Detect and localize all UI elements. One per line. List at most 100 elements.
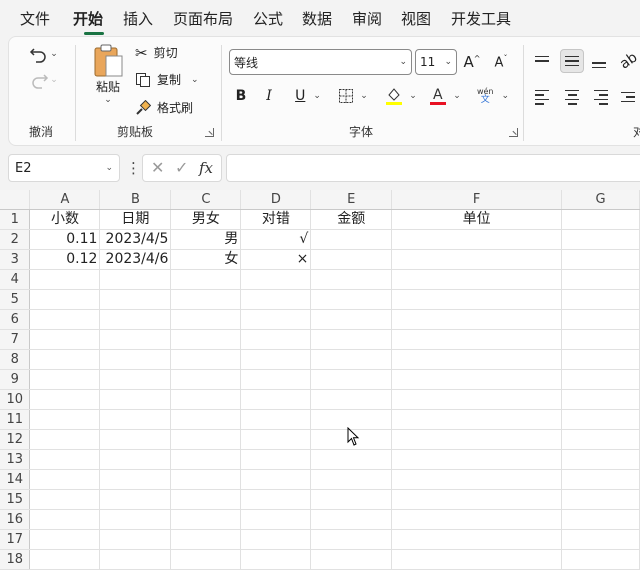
text-orientation-button[interactable]: ab <box>617 49 640 73</box>
cell-a14[interactable] <box>29 469 101 490</box>
row-header[interactable]: 2 <box>0 229 31 250</box>
cell-f15[interactable] <box>391 489 563 510</box>
cell-a2[interactable]: 0.11 <box>29 229 101 250</box>
cell-a16[interactable] <box>29 509 101 530</box>
font-name-select[interactable]: 等线 ⌄ <box>229 49 412 75</box>
cell-d16[interactable] <box>240 509 312 530</box>
align-left-button[interactable] <box>531 85 555 109</box>
cell-a5[interactable] <box>29 289 101 310</box>
cell-g8[interactable] <box>561 349 640 370</box>
cell-e14[interactable] <box>310 469 393 490</box>
cell-d3[interactable]: × <box>240 249 312 270</box>
cell-g15[interactable] <box>561 489 640 510</box>
cell-c6[interactable] <box>170 309 242 330</box>
cell-d8[interactable] <box>240 349 312 370</box>
cell-e5[interactable] <box>310 289 393 310</box>
cell-a1[interactable]: 小数 <box>29 209 101 230</box>
tab-data[interactable]: 数据 <box>302 9 332 29</box>
cell-f18[interactable] <box>391 549 563 570</box>
cell-b7[interactable] <box>99 329 172 350</box>
cell-d10[interactable] <box>240 389 312 410</box>
row-header[interactable]: 5 <box>0 289 31 310</box>
cell-c4[interactable] <box>170 269 242 290</box>
row-header[interactable]: 1 <box>0 209 31 230</box>
cell-b18[interactable] <box>99 549 172 570</box>
increase-font-size-button[interactable]: A^ <box>462 51 482 73</box>
cell-e17[interactable] <box>310 529 393 550</box>
cell-f16[interactable] <box>391 509 563 530</box>
cell-a9[interactable] <box>29 369 101 390</box>
cell-g14[interactable] <box>561 469 640 490</box>
decrease-font-size-button[interactable]: Aˇ <box>491 51 511 73</box>
cell-c7[interactable] <box>170 329 242 350</box>
format-painter-button[interactable]: 格式刷 <box>135 98 205 118</box>
cell-g11[interactable] <box>561 409 640 430</box>
cell-b12[interactable] <box>99 429 172 450</box>
paste-button[interactable]: 粘贴 ⌄ <box>87 43 129 117</box>
cell-f13[interactable] <box>391 449 563 470</box>
tab-file[interactable]: 文件 <box>20 9 50 29</box>
cell-d5[interactable] <box>240 289 312 310</box>
cell-g18[interactable] <box>561 549 640 570</box>
row-header[interactable]: 14 <box>0 469 31 490</box>
cell-c13[interactable] <box>170 449 242 470</box>
cell-g12[interactable] <box>561 429 640 450</box>
cell-a8[interactable] <box>29 349 101 370</box>
cell-a18[interactable] <box>29 549 101 570</box>
row-header[interactable]: 3 <box>0 249 31 270</box>
cell-b8[interactable] <box>99 349 172 370</box>
cell-a17[interactable] <box>29 529 101 550</box>
cell-g10[interactable] <box>561 389 640 410</box>
row-header[interactable]: 11 <box>0 409 31 430</box>
font-size-select[interactable]: 11 ⌄ <box>415 49 457 75</box>
cell-g1[interactable] <box>561 209 640 230</box>
tab-home[interactable]: 开始 <box>73 9 103 29</box>
cell-e2[interactable] <box>310 229 393 250</box>
cell-g9[interactable] <box>561 369 640 390</box>
cell-d7[interactable] <box>240 329 312 350</box>
cell-a6[interactable] <box>29 309 101 330</box>
cell-g4[interactable] <box>561 269 640 290</box>
more-options-icon[interactable]: ⋮ <box>126 158 141 178</box>
cell-c8[interactable] <box>170 349 242 370</box>
column-header[interactable]: F <box>391 190 563 210</box>
italic-button[interactable]: I <box>259 85 279 107</box>
cell-b14[interactable] <box>99 469 172 490</box>
cell-c11[interactable] <box>170 409 242 430</box>
cell-c9[interactable] <box>170 369 242 390</box>
cell-f9[interactable] <box>391 369 563 390</box>
insert-function-icon[interactable]: fx <box>199 158 213 178</box>
cell-f1[interactable]: 单位 <box>391 209 563 230</box>
tab-view[interactable]: 视图 <box>401 9 431 29</box>
cell-b3[interactable]: 2023/4/6 <box>99 249 172 270</box>
font-color-button[interactable]: A ⌄ <box>425 83 465 109</box>
formula-input[interactable] <box>226 154 640 182</box>
row-header[interactable]: 7 <box>0 329 31 350</box>
column-header[interactable]: C <box>170 190 242 210</box>
cell-e1[interactable]: 金额 <box>310 209 393 230</box>
cell-a10[interactable] <box>29 389 101 410</box>
cell-c15[interactable] <box>170 489 242 510</box>
tab-insert[interactable]: 插入 <box>123 9 153 29</box>
tab-developer[interactable]: 开发工具 <box>451 9 511 29</box>
cell-b16[interactable] <box>99 509 172 530</box>
cell-g17[interactable] <box>561 529 640 550</box>
cell-f12[interactable] <box>391 429 563 450</box>
cell-c14[interactable] <box>170 469 242 490</box>
row-header[interactable]: 16 <box>0 509 31 530</box>
bold-button[interactable]: B <box>231 85 251 107</box>
align-top-button[interactable] <box>531 49 555 73</box>
cell-f10[interactable] <box>391 389 563 410</box>
row-header[interactable]: 6 <box>0 309 31 330</box>
cell-f17[interactable] <box>391 529 563 550</box>
cell-e15[interactable] <box>310 489 393 510</box>
cell-f11[interactable] <box>391 409 563 430</box>
row-header[interactable]: 12 <box>0 429 31 450</box>
row-header[interactable]: 15 <box>0 489 31 510</box>
cell-a12[interactable] <box>29 429 101 450</box>
cell-e10[interactable] <box>310 389 393 410</box>
cell-f2[interactable] <box>391 229 563 250</box>
cell-g3[interactable] <box>561 249 640 270</box>
cell-d18[interactable] <box>240 549 312 570</box>
cell-f3[interactable] <box>391 249 563 270</box>
